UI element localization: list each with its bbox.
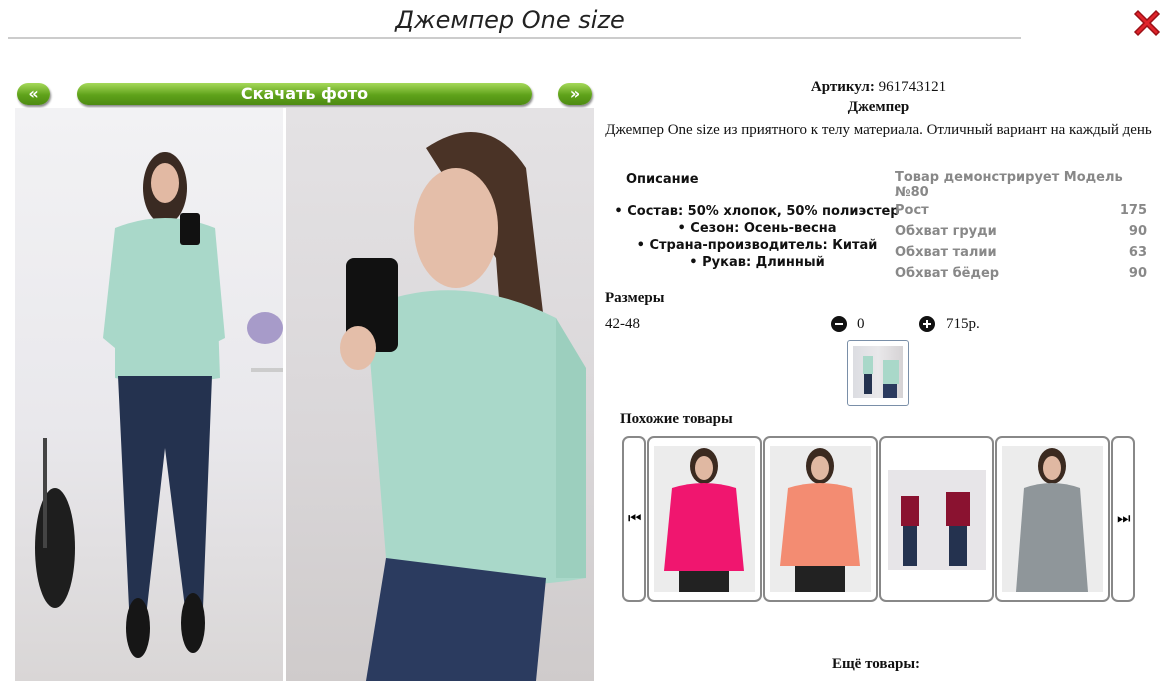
similar-item[interactable] xyxy=(763,436,878,602)
more-heading: Ещё товары: xyxy=(832,656,921,672)
description-item: Сезон: Осень-весна xyxy=(612,220,902,237)
product-photo-full-body xyxy=(15,108,283,681)
measure-value: 63 xyxy=(1128,245,1147,260)
article-value: 961743121 xyxy=(878,79,947,95)
similar-item[interactable] xyxy=(995,436,1110,602)
quantity-value: 0 xyxy=(857,316,865,332)
similar-heading: Похожие товары xyxy=(620,411,733,427)
next-photo-button[interactable]: » xyxy=(558,83,592,105)
arrow-left-icon: ⏮ xyxy=(628,509,642,527)
product-name: Джемпер xyxy=(847,99,910,115)
arrow-right-icon: ⏭ xyxy=(1117,509,1131,527)
similar-item-image xyxy=(770,446,871,592)
similar-next-button[interactable]: ⏭ xyxy=(1111,436,1135,602)
description-item: Состав: 50% хлопок, 50% полиэстер xyxy=(612,203,902,220)
download-photo-button[interactable]: Скачать фото xyxy=(77,83,532,105)
product-photo-selfie xyxy=(286,108,594,681)
similar-item[interactable] xyxy=(647,436,762,602)
minus-icon[interactable] xyxy=(831,316,847,332)
measure-label: Обхват талии xyxy=(895,245,997,260)
similar-item-image xyxy=(654,446,755,592)
price-value: 715р. xyxy=(946,316,980,332)
model-heading: Товар демонстрирует Модель №80 xyxy=(895,170,1123,200)
measure-label: Рост xyxy=(895,203,929,218)
description-heading: Описание xyxy=(626,172,699,187)
title-divider xyxy=(8,37,1021,39)
sizes-heading: Размеры xyxy=(605,290,665,306)
similar-item[interactable] xyxy=(879,436,994,602)
article-label: Артикул: xyxy=(810,79,875,95)
description-list: Состав: 50% хлопок, 50% полиэстер Сезон:… xyxy=(612,203,902,271)
photo-thumbnail[interactable] xyxy=(847,340,909,406)
measure-value: 90 xyxy=(1128,266,1147,281)
product-photo xyxy=(15,108,594,681)
product-summary: Джемпер One size из приятного к телу мат… xyxy=(605,122,1152,138)
plus-icon[interactable] xyxy=(919,316,935,332)
similar-item-image xyxy=(1002,446,1103,592)
measure-value: 175 xyxy=(1119,203,1147,218)
measure-label: Обхват бёдер xyxy=(895,266,1000,281)
size-value: 42-48 xyxy=(605,316,640,332)
page-title: Джемпер One size xyxy=(395,6,625,34)
measure-label: Обхват груди xyxy=(895,224,997,239)
description-item: Рукав: Длинный xyxy=(612,254,902,271)
similar-prev-button[interactable]: ⏮ xyxy=(622,436,646,602)
measure-value: 90 xyxy=(1128,224,1147,239)
close-icon[interactable] xyxy=(1130,6,1164,40)
model-measurements: Товар демонстрирует Модель №80 Рост 175 О… xyxy=(895,170,1147,284)
article-line: Артикул: 961743121 xyxy=(600,79,1157,96)
thumbnail-image xyxy=(853,346,903,398)
description-item: Страна-производитель: Китай xyxy=(612,237,902,254)
similar-item-image xyxy=(886,446,987,592)
prev-photo-button[interactable]: « xyxy=(17,83,50,105)
